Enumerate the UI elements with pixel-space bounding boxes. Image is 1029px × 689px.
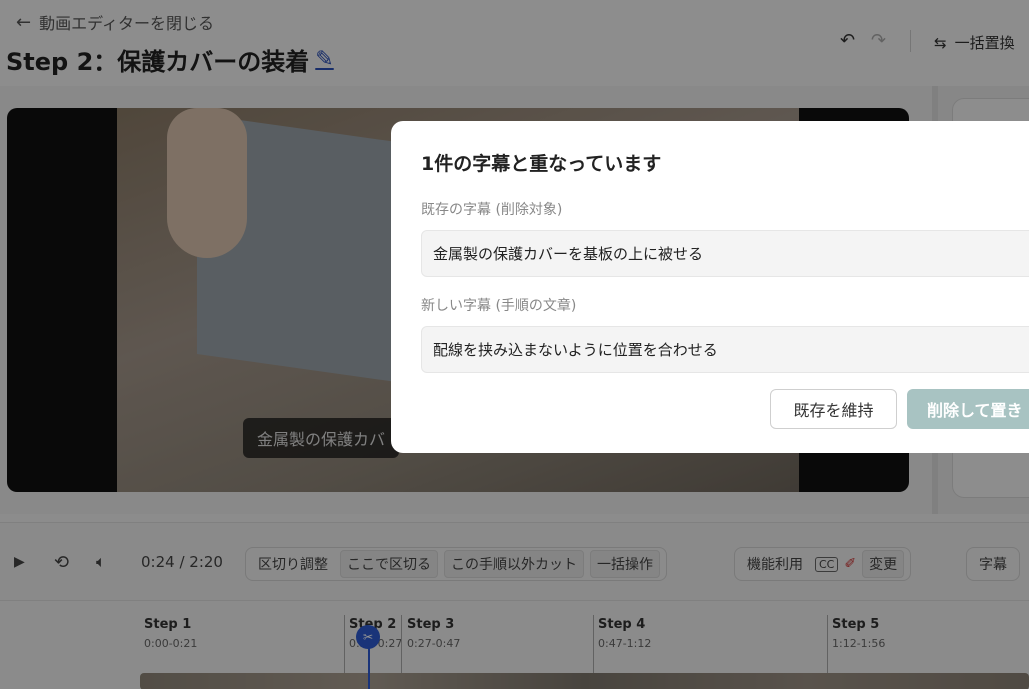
new-subtitle-text: 配線を挟み込まないように位置を合わせる (433, 341, 718, 359)
existing-subtitle-box: 金属製の保護カバーを基板の上に被せる (421, 230, 1029, 277)
new-subtitle-box: 配線を挟み込まないように位置を合わせる (421, 326, 1029, 373)
existing-subtitle-label: 既存の字幕 (削除対象) (421, 202, 563, 218)
keep-existing-button[interactable]: 既存を維持 (770, 389, 897, 429)
existing-subtitle-text: 金属製の保護カバーを基板の上に被せる (433, 245, 704, 263)
dialog-title: 1件の字幕と重なっています (421, 153, 662, 175)
overlap-dialog: 1件の字幕と重なっています 既存の字幕 (削除対象) 金属製の保護カバーを基板の… (391, 121, 1029, 453)
new-subtitle-label: 新しい字幕 (手順の文章) (421, 298, 577, 314)
delete-and-replace-button[interactable]: 削除して置き (907, 389, 1029, 429)
